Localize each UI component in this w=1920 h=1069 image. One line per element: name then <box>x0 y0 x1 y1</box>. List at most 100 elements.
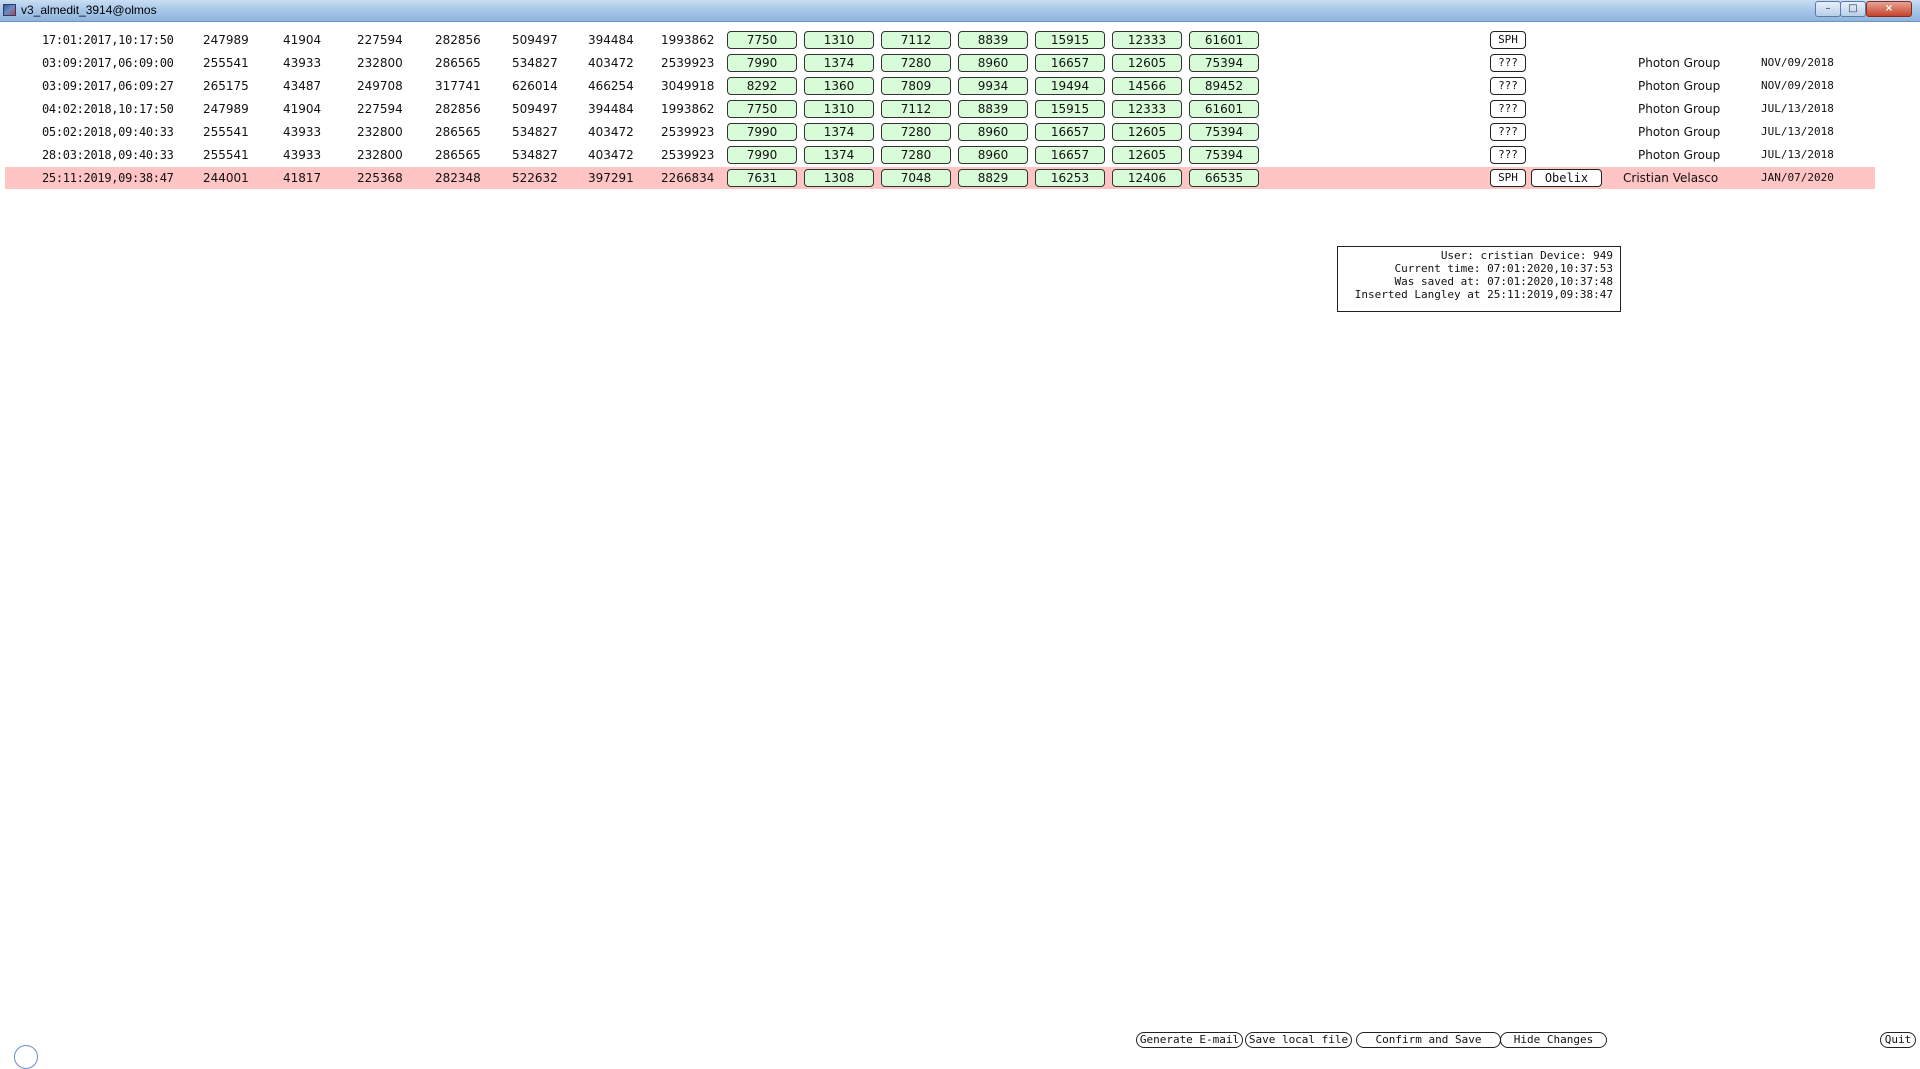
row-count-value: 2266834 <box>661 171 715 185</box>
row-value-box[interactable]: 7750 <box>727 31 797 49</box>
row-value-box[interactable]: 1360 <box>804 77 874 95</box>
row-count-value: 1993862 <box>661 102 715 116</box>
row-status-button[interactable]: ??? <box>1490 146 1526 164</box>
row-timestamp: 03:09:2017,06:09:27 <box>42 79 174 93</box>
row-count-value: 41904 <box>283 102 322 116</box>
row-value-box[interactable]: 61601 <box>1189 31 1259 49</box>
window-titlebar[interactable]: v3_almedit_3914@olmos – □ × <box>0 0 1920 22</box>
row-value-box[interactable]: 7990 <box>727 54 797 72</box>
save-local-file-button[interactable]: Save local file <box>1245 1032 1352 1048</box>
table-row[interactable]: 05:02:2018,09:40:33 255541 43933 232800 2865… <box>5 121 1875 143</box>
row-value-box[interactable]: 15915 <box>1035 100 1105 118</box>
row-status-button[interactable]: SPH <box>1490 31 1526 49</box>
confirm-and-save-button[interactable]: Confirm and Save <box>1356 1032 1501 1048</box>
row-group-date: JUL/13/2018 <box>1761 125 1834 138</box>
minimize-button[interactable]: – <box>1815 1 1841 17</box>
row-value-box[interactable]: 75394 <box>1189 54 1259 72</box>
row-count-value: 282856 <box>435 102 481 116</box>
row-value-box[interactable]: 8960 <box>958 54 1028 72</box>
row-value-box[interactable]: 12605 <box>1112 54 1182 72</box>
close-button[interactable]: × <box>1866 1 1912 17</box>
row-value-box[interactable]: 7280 <box>881 54 951 72</box>
row-group-date: NOV/09/2018 <box>1761 56 1834 69</box>
row-count-value: 2539923 <box>661 125 715 139</box>
row-status-button[interactable]: ??? <box>1490 100 1526 118</box>
row-value-box[interactable]: 8839 <box>958 100 1028 118</box>
row-group-label: Cristian Velasco <box>1623 171 1719 185</box>
row-value-box[interactable]: 8829 <box>958 169 1028 187</box>
table-row[interactable]: 04:02:2018,10:17:50 247989 41904 227594 2828… <box>5 98 1875 120</box>
row-value-box[interactable]: 66535 <box>1189 169 1259 187</box>
row-operator-button[interactable]: Obelix <box>1531 169 1602 187</box>
row-value-box[interactable]: 12333 <box>1112 100 1182 118</box>
row-count-value: 534827 <box>512 148 558 162</box>
row-value-box[interactable]: 16253 <box>1035 169 1105 187</box>
row-value-box[interactable]: 7750 <box>727 100 797 118</box>
table-row[interactable]: 03:09:2017,06:09:00 255541 43933 232800 2865… <box>5 52 1875 74</box>
row-value-box[interactable]: 7809 <box>881 77 951 95</box>
row-value-box[interactable]: 7112 <box>881 31 951 49</box>
row-count-value: 249708 <box>357 79 403 93</box>
quit-button[interactable]: Quit <box>1880 1032 1916 1048</box>
row-value-box[interactable]: 16657 <box>1035 123 1105 141</box>
info-user-device: User: cristian Device: 949 <box>1440 249 1613 262</box>
row-value-box[interactable]: 75394 <box>1189 146 1259 164</box>
row-status-button[interactable]: ??? <box>1490 54 1526 72</box>
hide-changes-button[interactable]: Hide Changes <box>1500 1032 1607 1048</box>
row-timestamp: 17:01:2017,10:17:50 <box>42 33 174 47</box>
row-value-box[interactable]: 1310 <box>804 31 874 49</box>
row-value-box[interactable]: 7280 <box>881 123 951 141</box>
row-count-value: 534827 <box>512 125 558 139</box>
row-count-value: 227594 <box>357 33 403 47</box>
row-value-box[interactable]: 7990 <box>727 146 797 164</box>
row-value-box[interactable]: 7631 <box>727 169 797 187</box>
row-value-box[interactable]: 8960 <box>958 123 1028 141</box>
row-count-value: 3049918 <box>661 79 715 93</box>
row-count-value: 286565 <box>435 125 481 139</box>
row-value-box[interactable]: 1374 <box>804 123 874 141</box>
row-value-box[interactable]: 16657 <box>1035 146 1105 164</box>
table-row[interactable]: 17:01:2017,10:17:50 247989 41904 227594 2828… <box>5 29 1875 51</box>
row-value-box[interactable]: 1308 <box>804 169 874 187</box>
table-row[interactable]: 28:03:2018,09:40:33 255541 43933 232800 2865… <box>5 144 1875 166</box>
row-value-box[interactable]: 12605 <box>1112 146 1182 164</box>
row-value-box[interactable]: 8960 <box>958 146 1028 164</box>
row-value-box[interactable]: 89452 <box>1189 77 1259 95</box>
row-value-box[interactable]: 8839 <box>958 31 1028 49</box>
row-value-box[interactable]: 7048 <box>881 169 951 187</box>
generate-email-button[interactable]: Generate E-mail <box>1136 1032 1243 1048</box>
row-value-box[interactable]: 16657 <box>1035 54 1105 72</box>
row-value-box[interactable]: 9934 <box>958 77 1028 95</box>
row-count-value: 397291 <box>588 171 634 185</box>
row-status-button[interactable]: ??? <box>1490 123 1526 141</box>
row-group-label: Photon Group <box>1638 125 1721 139</box>
row-status-button[interactable]: ??? <box>1490 77 1526 95</box>
row-value-box[interactable]: 19494 <box>1035 77 1105 95</box>
row-group-label: Photon Group <box>1638 56 1721 70</box>
maximize-button[interactable]: □ <box>1840 1 1866 17</box>
row-value-box[interactable]: 1374 <box>804 146 874 164</box>
row-value-box[interactable]: 8292 <box>727 77 797 95</box>
row-timestamp: 28:03:2018,09:40:33 <box>42 148 174 162</box>
table-row[interactable]: 03:09:2017,06:09:27 265175 43487 249708 3177… <box>5 75 1875 97</box>
row-group-label: Photon Group <box>1638 148 1721 162</box>
row-count-value: 403472 <box>588 125 634 139</box>
row-value-box[interactable]: 15915 <box>1035 31 1105 49</box>
row-value-box[interactable]: 14566 <box>1112 77 1182 95</box>
row-count-value: 43933 <box>283 148 322 162</box>
row-value-box[interactable]: 7112 <box>881 100 951 118</box>
row-count-value: 509497 <box>512 102 558 116</box>
row-status-button[interactable]: SPH <box>1490 169 1526 187</box>
row-value-box[interactable]: 61601 <box>1189 100 1259 118</box>
row-group-label: Photon Group <box>1638 102 1721 116</box>
row-value-box[interactable]: 7990 <box>727 123 797 141</box>
row-value-box[interactable]: 12333 <box>1112 31 1182 49</box>
table-row[interactable]: 25:11:2019,09:38:47 244001 41817 225368 2823… <box>5 167 1875 189</box>
row-value-box[interactable]: 12406 <box>1112 169 1182 187</box>
row-value-box[interactable]: 1374 <box>804 54 874 72</box>
row-value-box[interactable]: 75394 <box>1189 123 1259 141</box>
row-value-box[interactable]: 12605 <box>1112 123 1182 141</box>
row-count-value: 394484 <box>588 33 634 47</box>
row-value-box[interactable]: 1310 <box>804 100 874 118</box>
row-value-box[interactable]: 7280 <box>881 146 951 164</box>
